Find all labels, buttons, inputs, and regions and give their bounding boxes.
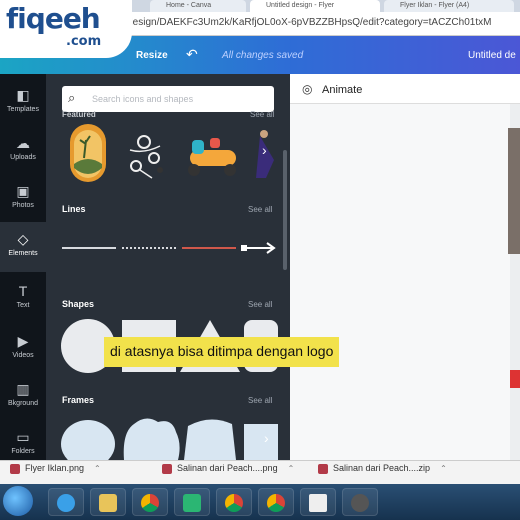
rail-item-uploads[interactable]: ☁ Uploads	[0, 126, 46, 176]
folder-icon: ▭	[16, 429, 30, 445]
frame-scallop[interactable]	[123, 418, 180, 460]
featured-next-icon[interactable]: ›	[262, 142, 267, 158]
document-title[interactable]: Untitled de	[468, 50, 516, 61]
tab-label: Home - Canva	[166, 2, 212, 9]
text-icon: T	[18, 283, 28, 299]
see-all-frames[interactable]: See all	[248, 396, 272, 405]
search-icon: ⌕	[68, 90, 76, 105]
browser-tab[interactable]: Flyer Iklan - Flyer (A4)	[384, 0, 514, 12]
see-all-featured[interactable]: See all	[250, 110, 274, 119]
browser-tab-active[interactable]: Untitled design - Flyer	[250, 0, 380, 12]
app-icon[interactable]	[174, 488, 210, 516]
chrome-icon[interactable]	[132, 488, 168, 516]
tab-label: Untitled design - Flyer	[266, 2, 335, 9]
document-app-icon[interactable]	[300, 488, 336, 516]
section-title-frames: Frames	[62, 395, 95, 405]
templates-icon: ◧	[16, 87, 30, 103]
chevron-up-icon[interactable]: ⌃	[440, 464, 447, 473]
search-placeholder: Search icons and shapes	[92, 94, 194, 104]
frames-next-icon[interactable]: ›	[264, 430, 269, 446]
rail-item-text[interactable]: T Text	[0, 274, 46, 324]
frames-row	[61, 418, 278, 460]
animate-button[interactable]: Animate	[322, 84, 362, 96]
lines-row	[62, 242, 276, 254]
elements-icon: ◇	[17, 231, 29, 247]
camera-app-icon[interactable]	[342, 488, 378, 516]
rail-item-photos[interactable]: ▣ Photos	[0, 174, 46, 224]
animate-icon[interactable]: ◎	[302, 82, 312, 96]
frame-torn[interactable]	[184, 419, 236, 460]
section-title-shapes: Shapes	[62, 299, 95, 309]
see-all-lines[interactable]: See all	[248, 205, 272, 214]
logo-wordmark: fiqeeh	[6, 2, 101, 35]
rail-label: Templates	[7, 106, 39, 113]
frame-circle[interactable]	[61, 420, 115, 460]
video-subtitle: di atasnya bisa ditimpa dengan logo	[104, 337, 340, 367]
chevron-up-icon[interactable]: ⌃	[94, 464, 101, 473]
undo-icon[interactable]: ↶	[186, 46, 198, 63]
side-rail: ◧ Templates ☁ Uploads ▣ Photos ◇ Elements TT…	[0, 74, 46, 460]
image-file-icon	[10, 463, 20, 474]
rail-label: Photos	[12, 202, 34, 209]
tab-label: Flyer Iklan - Flyer (A4)	[400, 2, 470, 9]
start-button[interactable]	[3, 486, 33, 516]
image-file-icon	[162, 463, 172, 474]
design-image-edge[interactable]	[508, 128, 520, 254]
home-button[interactable]: Home	[16, 50, 43, 61]
download-filename: Salinan dari Peach....png	[177, 463, 278, 473]
rail-label: Bkground	[8, 400, 38, 407]
design-page[interactable]	[290, 104, 510, 460]
see-all-shapes[interactable]: See all	[248, 300, 272, 309]
download-filename: Salinan dari Peach....zip	[333, 463, 431, 473]
download-item[interactable]: Salinan dari Peach....zip ⌃	[318, 463, 447, 480]
rail-label: Text	[16, 302, 30, 309]
design-red-accent[interactable]	[510, 370, 520, 388]
section-title-lines: Lines	[62, 204, 86, 214]
upload-icon: ☁	[16, 135, 30, 151]
save-status: All changes saved	[222, 50, 304, 61]
chrome-profile-icon[interactable]	[216, 488, 252, 516]
rail-item-videos[interactable]: ▶ Videos	[0, 324, 46, 374]
frame-rect[interactable]	[244, 424, 278, 460]
resize-button[interactable]: Resize	[136, 50, 168, 61]
photo-icon: ▣	[16, 183, 30, 199]
rail-item-background[interactable]: ▥ Bkground	[0, 372, 46, 422]
download-item[interactable]: Flyer Iklan.png ⌃	[10, 463, 101, 480]
background-icon: ▥	[16, 381, 30, 397]
zip-file-icon	[318, 463, 328, 474]
browser-tab[interactable]: Home - Canva	[150, 0, 246, 12]
rail-item-templates[interactable]: ◧ Templates	[0, 78, 46, 128]
logo-domain: .com	[66, 34, 102, 49]
download-item[interactable]: Salinan dari Peach....png ⌃	[162, 463, 294, 480]
featured-illustration-scooter[interactable]	[188, 138, 236, 176]
section-title-featured: Featured	[62, 110, 96, 119]
video-icon: ▶	[17, 333, 29, 349]
chrome-window-icon[interactable]	[258, 488, 294, 516]
featured-illustration-landscape[interactable]	[70, 124, 106, 182]
rail-label: Uploads	[10, 154, 36, 161]
rail-label: Videos	[12, 352, 34, 359]
featured-illustration-flowers[interactable]	[129, 135, 163, 179]
rail-label: Elements	[8, 250, 38, 257]
download-filename: Flyer Iklan.png	[25, 463, 85, 473]
url-text[interactable]: m/design/DAEKFc3Um2k/KaRfjOL0oX-6pVBZZBH…	[116, 17, 491, 28]
folder-app-icon[interactable]	[90, 488, 126, 516]
featured-row	[70, 124, 274, 182]
ie-icon[interactable]	[48, 488, 84, 516]
chevron-up-icon[interactable]: ⌃	[288, 464, 295, 473]
rail-item-elements[interactable]: ◇ Elements	[0, 222, 46, 272]
rail-label: Folders	[11, 448, 35, 455]
